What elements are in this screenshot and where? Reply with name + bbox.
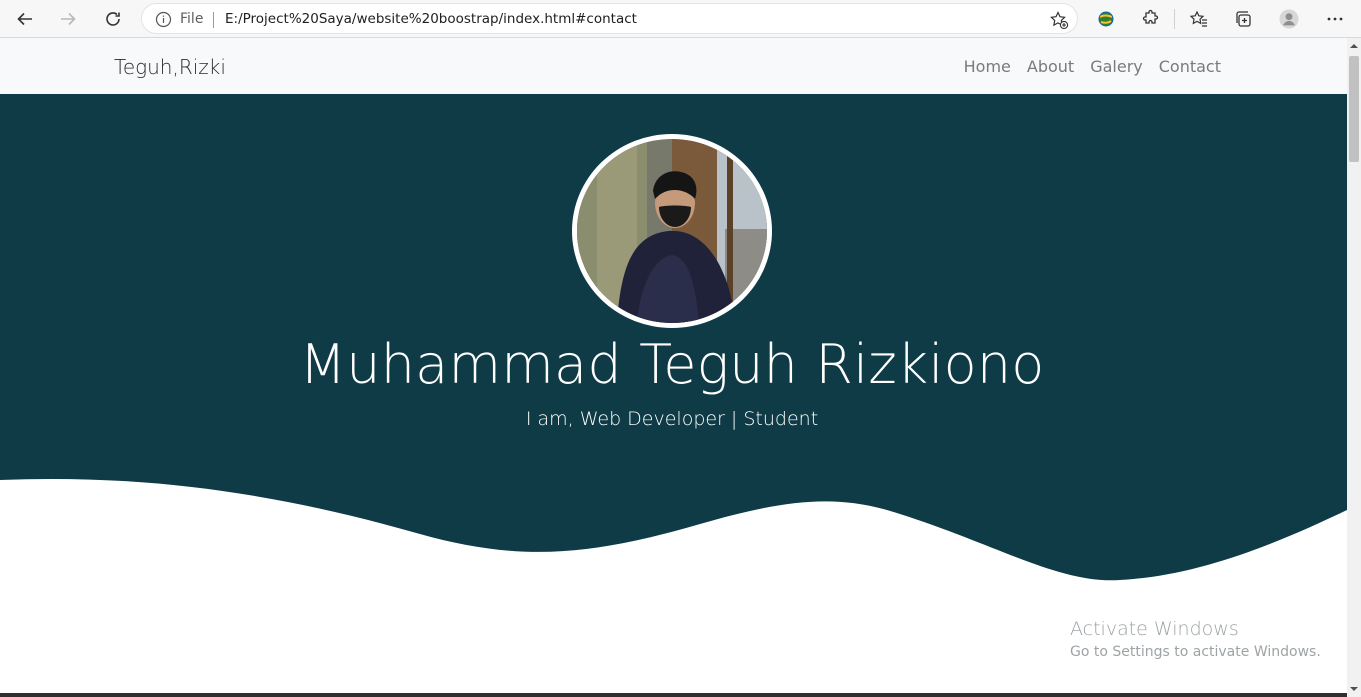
add-favorite-icon[interactable] <box>1049 10 1069 30</box>
favorites-icon <box>1189 10 1207 27</box>
nav-link-contact[interactable]: Contact <box>1159 57 1221 76</box>
nav-links: Home About Galery Contact <box>964 57 1221 76</box>
profile-button[interactable] <box>1276 6 1302 32</box>
refresh-button[interactable] <box>99 5 127 33</box>
address-bar[interactable]: File E:/Project%20Saya/website%20boostra… <box>141 3 1078 34</box>
scrollbar-thumb[interactable] <box>1349 56 1359 162</box>
hero-title: Muhammad Teguh Rizkiono <box>299 333 1045 396</box>
nav-link-galery[interactable]: Galery <box>1090 57 1143 76</box>
watermark-title: Activate Windows <box>1070 618 1239 640</box>
toolbar-divider <box>1174 9 1175 29</box>
watermark-subtitle: Go to Settings to activate Windows. <box>1070 644 1321 660</box>
favorites-button[interactable] <box>1186 6 1212 32</box>
refresh-icon <box>106 12 120 26</box>
info-icon[interactable] <box>155 11 172 28</box>
address-separator <box>213 12 214 28</box>
extensions-button[interactable] <box>1137 6 1163 32</box>
url-text[interactable]: E:/Project%20Saya/website%20boostrap/ind… <box>225 11 637 27</box>
scroll-down-icon[interactable] <box>1350 685 1358 693</box>
profile-photo-image <box>577 139 767 323</box>
hero-subtitle: I am, Web Developer | Student <box>525 408 819 430</box>
extension-globe-button[interactable] <box>1093 6 1119 32</box>
page-scrollbar[interactable] <box>1347 38 1361 697</box>
extensions-icon <box>1142 9 1159 24</box>
nav-link-home[interactable]: Home <box>964 57 1011 76</box>
file-label: File <box>180 11 204 27</box>
more-button[interactable] <box>1322 6 1348 32</box>
site-navbar: Teguh,Rizki Home About Galery Contact <box>0 38 1347 94</box>
nav-link-about[interactable]: About <box>1027 57 1074 76</box>
back-icon <box>17 12 32 26</box>
forward-icon <box>61 12 76 26</box>
collections-icon <box>1236 11 1251 27</box>
collections-button[interactable] <box>1230 6 1256 32</box>
more-icon <box>1327 17 1343 21</box>
profile-photo <box>572 134 772 328</box>
navbar-brand[interactable]: Teguh,Rizki <box>114 55 226 79</box>
forward-button[interactable] <box>54 5 82 33</box>
activate-windows-watermark: Activate Windows Go to Settings to activ… <box>1070 618 1321 660</box>
scroll-up-icon[interactable] <box>1350 42 1358 50</box>
back-button[interactable] <box>11 5 39 33</box>
profile-icon <box>1279 9 1299 29</box>
taskbar-edge <box>0 693 1347 697</box>
extension-globe-icon <box>1098 11 1114 27</box>
browser-toolbar: File E:/Project%20Saya/website%20boostra… <box>0 0 1361 38</box>
